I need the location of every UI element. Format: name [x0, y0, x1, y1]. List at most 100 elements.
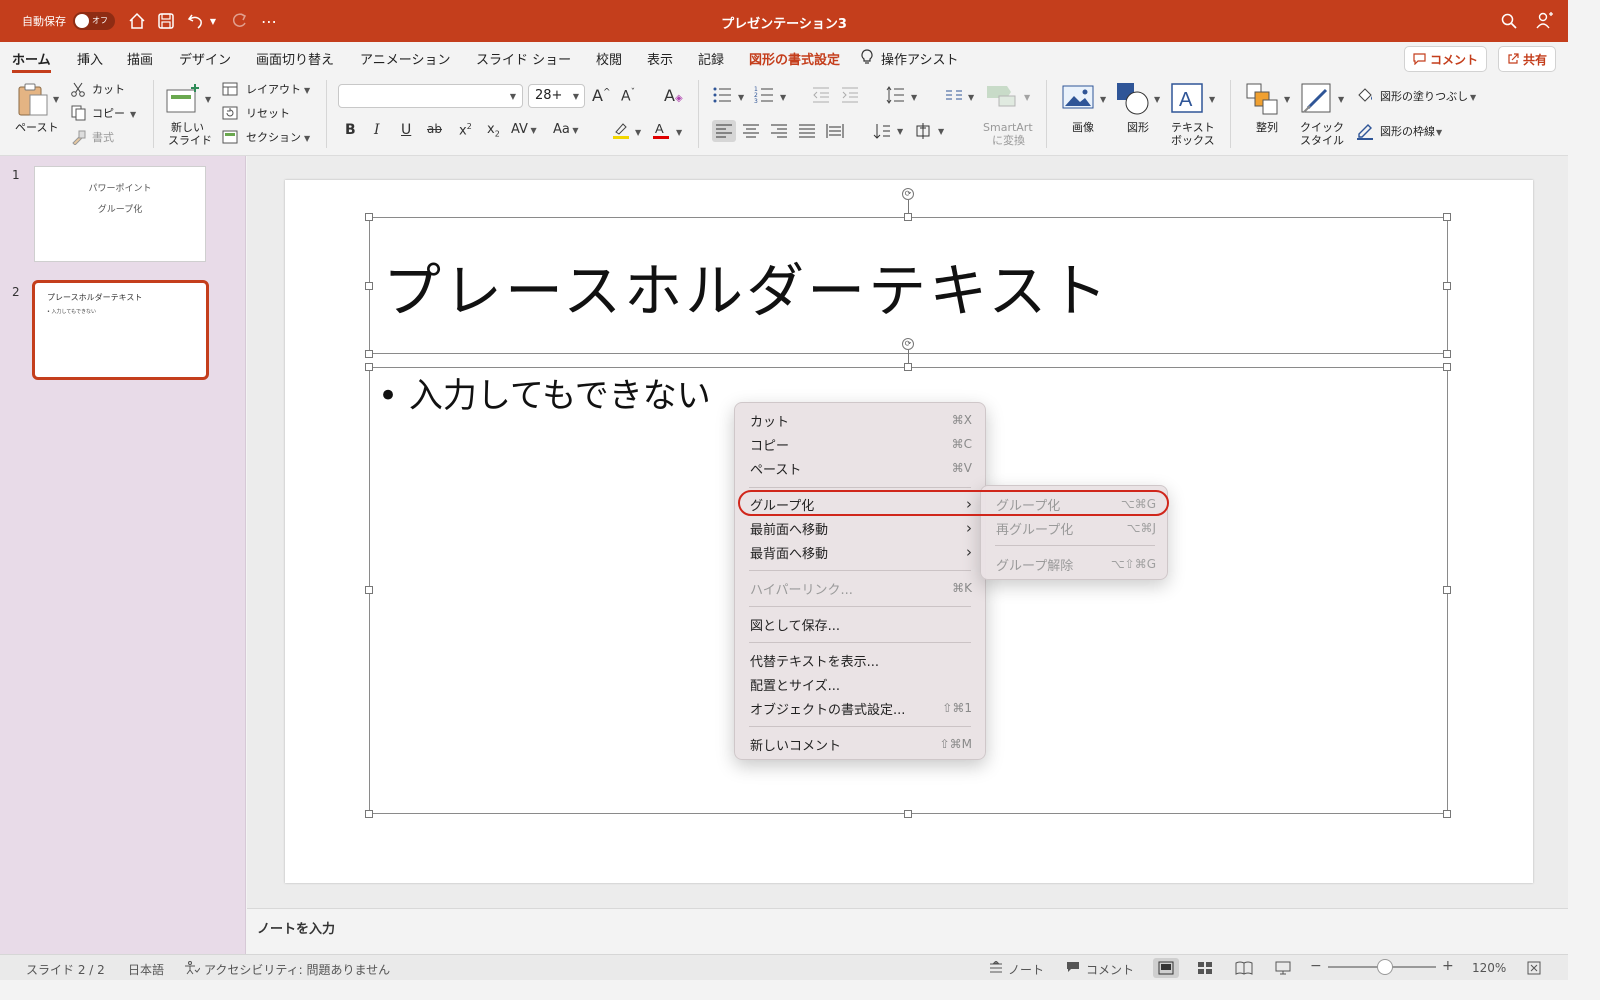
- share-button[interactable]: 共有: [1498, 46, 1557, 72]
- highlight-dropdown-icon[interactable]: ▼: [635, 128, 641, 137]
- resize-handle[interactable]: [904, 363, 912, 371]
- bullets-icon[interactable]: [712, 86, 732, 104]
- zoom-out-icon[interactable]: −: [1310, 958, 1322, 974]
- subscript-icon[interactable]: x2: [487, 122, 500, 139]
- resize-handle[interactable]: [365, 586, 373, 594]
- shape-outline-label[interactable]: 図形の枠線: [1380, 125, 1435, 138]
- text-direction-dropdown-icon[interactable]: ▼: [897, 127, 903, 136]
- tab-view[interactable]: 表示: [647, 49, 673, 68]
- align-left-icon[interactable]: [712, 120, 736, 142]
- arrange-icon[interactable]: [1245, 82, 1279, 116]
- menu-item-hyperlink[interactable]: ハイパーリンク... ⌘K: [750, 577, 972, 599]
- shape-outline-dropdown-icon[interactable]: ▼: [1436, 128, 1442, 137]
- submenu-item-regroup[interactable]: 再グループ化 ⌥⌘J: [996, 517, 1156, 539]
- clear-formatting-icon[interactable]: A◈: [664, 86, 683, 105]
- menu-item-bring-to-front[interactable]: 最前面へ移動 ›: [750, 517, 972, 539]
- tab-review[interactable]: 校閲: [596, 49, 622, 68]
- tell-me-lightbulb-icon[interactable]: [860, 49, 874, 69]
- fit-to-window-icon[interactable]: [1521, 958, 1547, 978]
- superscript-icon[interactable]: x2: [459, 122, 472, 138]
- resize-handle[interactable]: [365, 350, 373, 358]
- zoom-level[interactable]: 120%: [1472, 961, 1506, 975]
- resize-handle[interactable]: [1443, 213, 1451, 221]
- picture-icon[interactable]: [1062, 84, 1094, 112]
- decrease-font-size-icon[interactable]: Aˇ: [621, 88, 635, 105]
- notes-placeholder[interactable]: ノートを入力: [257, 918, 335, 937]
- font-color-dropdown-icon[interactable]: ▼: [676, 128, 682, 137]
- quick-styles-dropdown-icon[interactable]: ▼: [1338, 95, 1344, 104]
- shape-outline-icon[interactable]: [1356, 122, 1374, 140]
- section-label[interactable]: セクション: [246, 131, 301, 144]
- align-center-icon[interactable]: [741, 120, 761, 142]
- textbox-icon[interactable]: A: [1170, 82, 1204, 114]
- line-spacing-icon[interactable]: [885, 86, 905, 104]
- accessibility-icon[interactable]: [184, 961, 201, 978]
- format-painter-label[interactable]: 書式: [92, 131, 114, 144]
- notes-toggle-label[interactable]: ノート: [1008, 961, 1044, 978]
- underline-icon[interactable]: U: [401, 122, 411, 138]
- search-icon[interactable]: [1498, 10, 1520, 32]
- columns-icon[interactable]: [944, 86, 964, 104]
- resize-handle[interactable]: [904, 213, 912, 221]
- tab-transitions[interactable]: 画面切り替え: [256, 49, 334, 68]
- arrange-dropdown-icon[interactable]: ▼: [1284, 95, 1290, 104]
- tab-shape-format[interactable]: 図形の書式設定: [749, 49, 840, 68]
- numbering-dropdown-icon[interactable]: ▼: [780, 93, 786, 102]
- textbox-dropdown-icon[interactable]: ▼: [1209, 95, 1215, 104]
- slideshow-view-icon[interactable]: [1270, 958, 1296, 978]
- section-dropdown-icon[interactable]: ▼: [304, 134, 310, 143]
- shapes-dropdown-icon[interactable]: ▼: [1154, 95, 1160, 104]
- copy-label[interactable]: コピー: [92, 107, 125, 120]
- section-icon[interactable]: [222, 130, 238, 144]
- account-icon[interactable]: [1534, 10, 1556, 32]
- bold-icon[interactable]: B: [345, 122, 356, 138]
- font-name-dropdown[interactable]: ▼: [338, 84, 523, 108]
- layout-label[interactable]: レイアウト: [246, 83, 301, 96]
- tab-draw[interactable]: 描画: [127, 49, 153, 68]
- menu-item-alt-text[interactable]: 代替テキストを表示...: [750, 649, 972, 671]
- resize-handle[interactable]: [1443, 350, 1451, 358]
- menu-item-copy[interactable]: コピー ⌘C: [750, 433, 972, 455]
- increase-font-size-icon[interactable]: A^: [592, 86, 611, 105]
- rotate-handle-icon[interactable]: ⟳: [902, 188, 914, 200]
- zoom-in-icon[interactable]: +: [1442, 958, 1454, 974]
- shapes-icon[interactable]: [1116, 82, 1150, 116]
- font-size-dropdown[interactable]: 28+ ▼: [528, 84, 585, 108]
- line-spacing-dropdown-icon[interactable]: ▼: [911, 93, 917, 102]
- decrease-indent-icon[interactable]: [812, 86, 830, 104]
- layout-dropdown-icon[interactable]: ▼: [304, 86, 310, 95]
- tab-insert[interactable]: 挿入: [77, 49, 103, 68]
- resize-handle[interactable]: [1443, 586, 1451, 594]
- tab-tell-me[interactable]: 操作アシスト: [881, 49, 958, 68]
- tab-record[interactable]: 記録: [698, 49, 724, 68]
- language-indicator[interactable]: 日本語: [128, 961, 164, 978]
- slide-title-text[interactable]: プレースホルダーテキスト: [383, 244, 1110, 328]
- reset-label[interactable]: リセット: [246, 107, 290, 120]
- comment-button[interactable]: コメント: [1404, 46, 1488, 72]
- scissors-icon[interactable]: [70, 82, 86, 98]
- reset-icon[interactable]: [222, 106, 238, 120]
- shape-fill-label[interactable]: 図形の塗りつぶし: [1380, 90, 1468, 103]
- resize-handle[interactable]: [904, 810, 912, 818]
- resize-handle[interactable]: [365, 363, 373, 371]
- resize-handle[interactable]: [365, 810, 373, 818]
- shape-fill-icon[interactable]: [1356, 86, 1374, 104]
- layout-icon[interactable]: [222, 82, 238, 96]
- notes-pane[interactable]: ノートを入力: [247, 908, 1568, 954]
- tab-animations[interactable]: アニメーション: [360, 49, 450, 68]
- rotate-handle-icon[interactable]: ⟳: [902, 338, 914, 350]
- slide-bullet-text[interactable]: • 入力してもできない: [378, 368, 711, 417]
- resize-handle[interactable]: [1443, 363, 1451, 371]
- resize-handle[interactable]: [1443, 810, 1451, 818]
- columns-dropdown-icon[interactable]: ▼: [968, 93, 974, 102]
- notes-toggle-icon[interactable]: [989, 960, 1003, 976]
- normal-view-icon[interactable]: [1153, 958, 1179, 978]
- menu-item-new-comment[interactable]: 新しいコメント ⇧⌘M: [750, 733, 972, 755]
- comments-toggle-icon[interactable]: [1066, 961, 1080, 976]
- copy-dropdown-icon[interactable]: ▼: [130, 110, 136, 119]
- font-color-icon[interactable]: A: [651, 120, 671, 140]
- smartart-icon[interactable]: [985, 82, 1019, 108]
- text-direction-icon[interactable]: [872, 120, 892, 142]
- resize-handle[interactable]: [365, 213, 373, 221]
- new-slide-icon[interactable]: [165, 82, 201, 114]
